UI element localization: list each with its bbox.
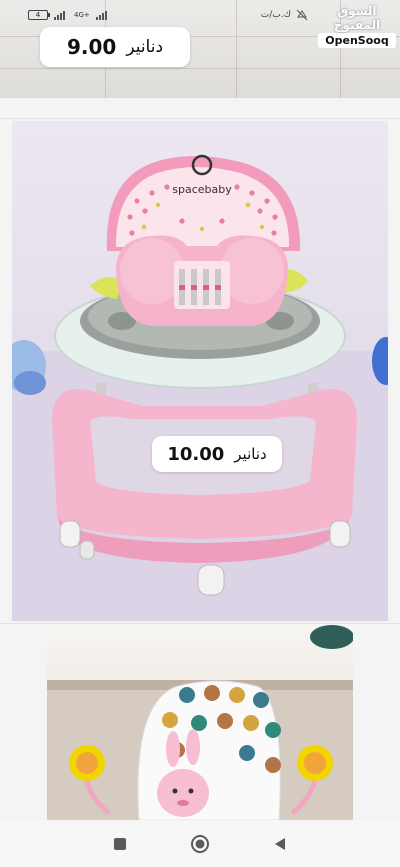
circle-home-icon[interactable] (187, 831, 213, 857)
mute-icon (296, 9, 308, 21)
price-currency: دنانير (126, 37, 164, 57)
android-nav-bar (0, 820, 400, 867)
baby-walker-illustration: spacebaby (12, 154, 388, 621)
brand-english: OpenSooq (318, 33, 396, 48)
walker-brand-text: spacebaby (172, 183, 232, 196)
divider (0, 118, 400, 119)
bear-walker-listing-image[interactable] (47, 625, 353, 820)
carrier-text: ك.ب/ت (260, 10, 291, 20)
top-listing-image[interactable]: 4 4G+ ك.ب/ت السوق المفتوح OpenSooq 9.00 … (0, 0, 400, 98)
status-right: ك.ب/ت (261, 9, 308, 21)
bear-walker-illustration (47, 625, 353, 820)
network-type: 4G+ (74, 11, 90, 19)
price-currency: دنانير (234, 445, 267, 463)
opensooq-logo: السوق المفتوح OpenSooq (318, 4, 396, 48)
price-badge-2: 10.00 دنانير (152, 436, 282, 472)
brand-arabic: السوق المفتوح (333, 4, 381, 32)
square-recents-icon[interactable] (107, 831, 133, 857)
signal-icon (54, 10, 68, 20)
price-badge-1: 9.00 دنانير (40, 27, 190, 67)
signal-icon-2 (95, 10, 110, 20)
divider (0, 623, 400, 624)
battery-icon: 4 (28, 10, 50, 20)
price-value: 9.00 (66, 35, 117, 59)
price-value: 10.00 (167, 443, 225, 465)
walker-listing-image[interactable]: spacebaby 10.00 دنانير (12, 121, 388, 621)
status-left: 4 4G+ (28, 10, 110, 20)
triangle-back-icon[interactable] (267, 831, 293, 857)
